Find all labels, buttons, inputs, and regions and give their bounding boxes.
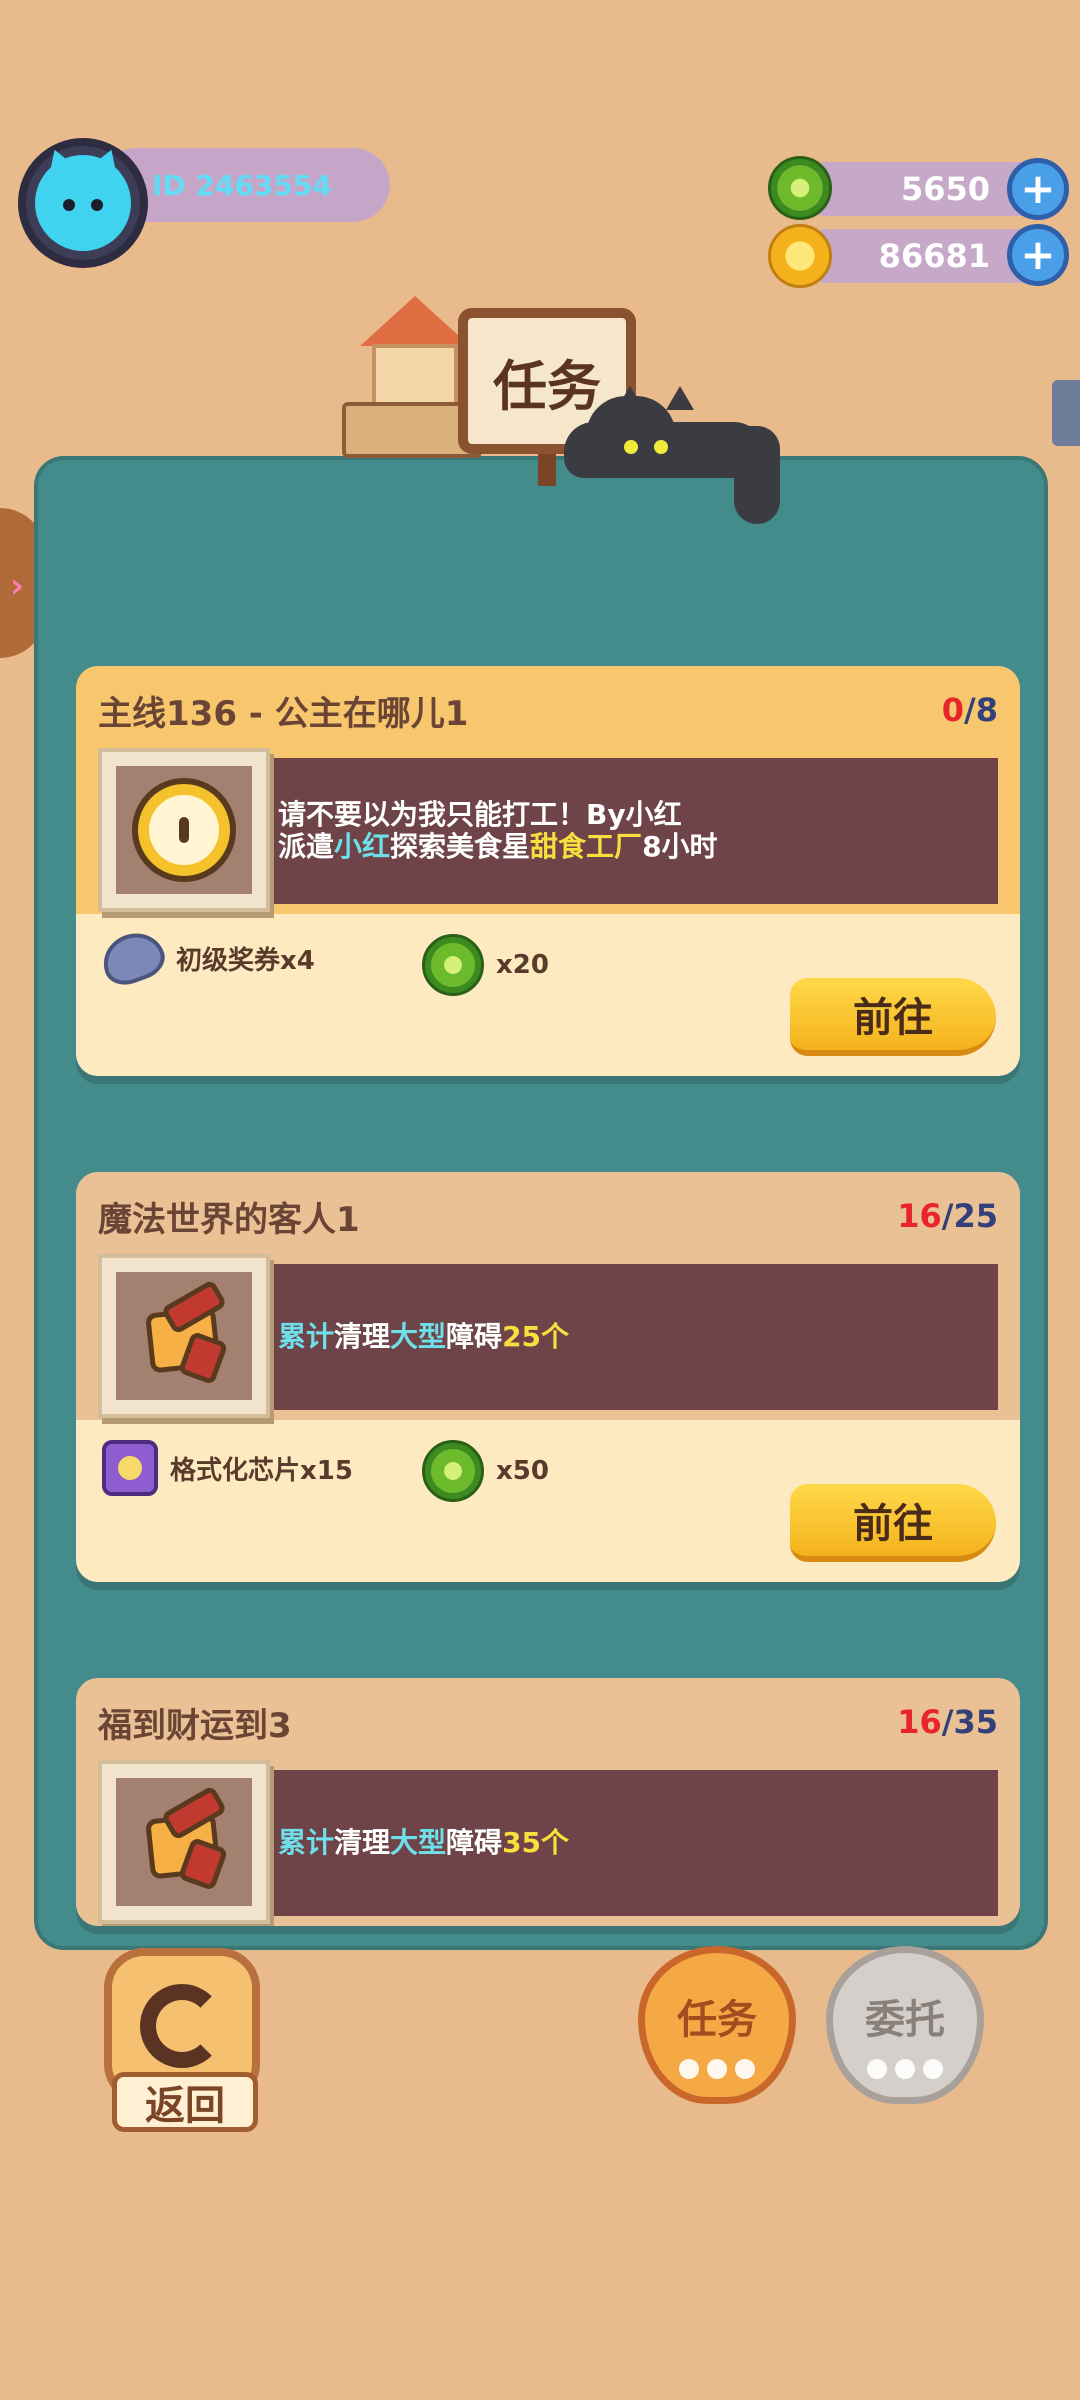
task-description: 累计清理大型障碍35个 [256, 1770, 998, 1916]
brush-icon [134, 1279, 234, 1386]
tab-task-label: 任务 [677, 1997, 757, 2043]
black-cat-icon [564, 386, 814, 526]
task-image-frame [98, 1254, 270, 1418]
gold-coin-icon [768, 224, 832, 288]
return-arrow-icon [140, 1984, 224, 2068]
chevron-right-icon: › [10, 566, 25, 606]
tab-commission-label: 委托 [865, 1997, 945, 2043]
paw-icon [867, 2059, 943, 2079]
house-icon [360, 296, 470, 416]
task-image-frame [98, 748, 270, 912]
right-edge-icon[interactable] [1052, 380, 1080, 446]
reward-item: x20 [422, 934, 549, 996]
chip-icon [102, 1440, 158, 1496]
cat-avatar-icon [35, 155, 131, 251]
go-button[interactable]: 前往 [790, 978, 996, 1056]
ticket-icon [95, 924, 171, 992]
go-button[interactable]: 前往 [790, 1484, 996, 1562]
task-card: 主线136 - 公主在哪儿1 0/8 请不要以为我只能打工！By小红 派遣小红探… [76, 666, 1020, 1076]
reward-item: 格式化芯片x15 [102, 1440, 353, 1496]
task-progress: 0/8 [941, 691, 998, 729]
task-description: 累计清理大型障碍25个 [256, 1264, 998, 1410]
task-image-frame [98, 1760, 270, 1924]
green-donut-coin-icon [768, 156, 832, 220]
task-progress: 16/35 [897, 1703, 998, 1741]
task-title: 主线136 - 公主在哪儿1 [98, 693, 469, 734]
reward-item: x50 [422, 1440, 549, 1502]
add-gold-coin-button[interactable]: + [1007, 224, 1069, 286]
task-panel: 主线136 - 公主在哪儿1 0/8 请不要以为我只能打工！By小红 派遣小红探… [34, 456, 1048, 1950]
reward-item: 初级奖券x4 [95, 924, 315, 992]
currency-green-value: 5650 [900, 170, 990, 208]
currency-gold-value: 86681 [878, 237, 990, 275]
add-green-coin-button[interactable]: + [1007, 158, 1069, 220]
task-progress: 16/25 [897, 1197, 998, 1235]
player-id-text: ID 2463554 [152, 168, 332, 202]
green-donut-coin-icon [422, 934, 484, 996]
brush-icon [134, 1785, 234, 1892]
task-description: 请不要以为我只能打工！By小红 派遣小红探索美食星甜食工厂8小时 [256, 758, 998, 904]
tab-task[interactable]: 任务 [638, 1946, 796, 2104]
tab-commission[interactable]: 委托 [826, 1946, 984, 2104]
back-button-label[interactable]: 返回 [112, 2072, 258, 2132]
green-donut-coin-icon [422, 1440, 484, 1502]
task-title: 魔法世界的客人1 [98, 1199, 360, 1240]
avatar[interactable] [18, 138, 148, 268]
clock-icon [132, 778, 236, 882]
task-title: 福到财运到3 [98, 1705, 292, 1746]
paw-icon [679, 2059, 755, 2079]
task-card: 魔法世界的客人1 16/25 累计清理大型障碍25个 格式化芯片x15 x50 … [76, 1172, 1020, 1582]
task-card: 福到财运到3 16/35 累计清理大型障碍35个 [76, 1678, 1020, 1926]
